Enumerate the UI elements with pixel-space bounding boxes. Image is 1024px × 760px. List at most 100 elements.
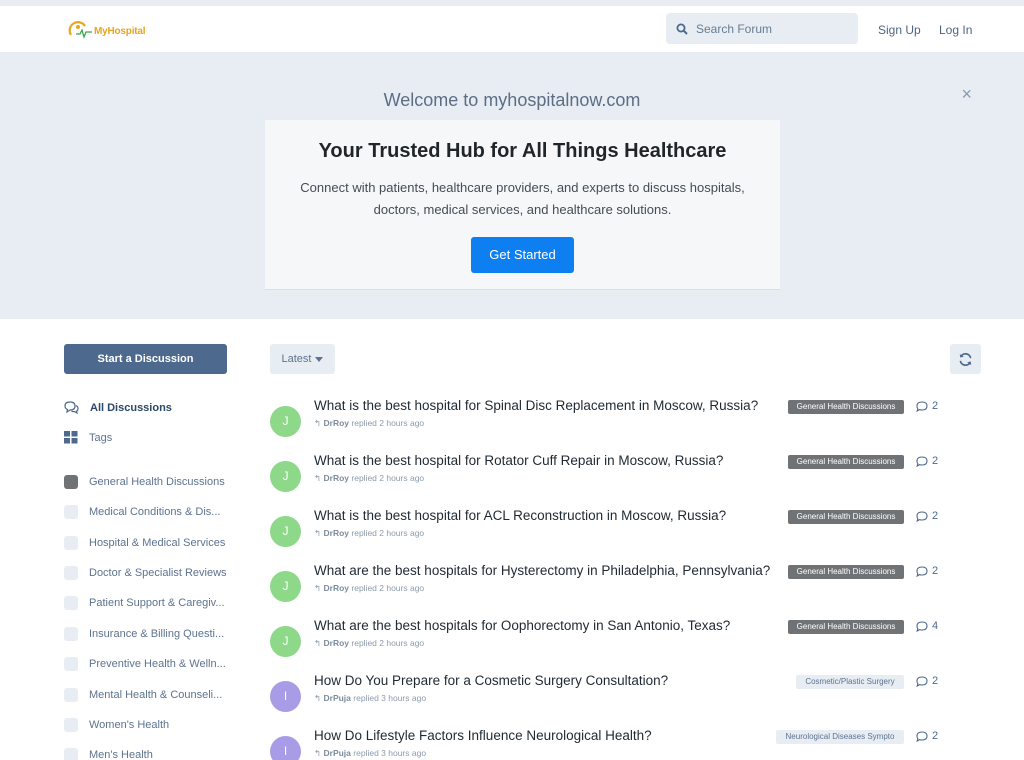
reply-arrow-icon: ↰ [314,693,322,703]
discussion-title[interactable]: What is the best hospital for Spinal Dis… [314,398,758,413]
get-started-button[interactable]: Get Started [471,237,574,273]
reply-count: 2 [916,730,938,742]
category-tag[interactable]: Neurological Diseases Sympto [776,730,904,744]
comment-icon [916,510,928,522]
category-tag[interactable]: General Health Discussions [788,455,904,469]
sidebar-item-label: Preventive Health & Welln... [89,658,226,670]
reply-time: replied 2 hours ago [351,418,425,428]
reply-count-value: 2 [932,675,939,687]
discussion-row[interactable]: I How Do Lifestyle Factors Influence Neu… [270,728,950,760]
welcome-hero: × Welcome to myhospitalnow.com Your Trus… [0,52,1024,319]
search-input[interactable] [696,21,846,36]
sidebar-category[interactable]: Doctor & Specialist Reviews [64,566,227,580]
avatar[interactable]: J [270,406,301,437]
sign-up-link[interactable]: Sign Up [878,23,921,37]
comment-icon [916,620,928,632]
reply-user[interactable]: DrPuja [324,748,351,758]
sidebar-category[interactable]: Mental Health & Counseli... [64,688,222,702]
caret-down-icon [315,356,324,362]
sort-dropdown[interactable]: Latest [270,344,335,374]
avatar[interactable]: J [270,461,301,492]
reply-count: 2 [916,510,938,522]
log-in-link[interactable]: Log In [939,23,972,37]
reply-user[interactable]: DrRoy [324,638,350,648]
sidebar-category[interactable]: General Health Discussions [64,475,225,489]
avatar[interactable]: I [270,736,301,760]
sidebar-item-label: All Discussions [90,401,172,414]
category-tag[interactable]: General Health Discussions [788,565,904,579]
category-color-swatch [64,536,78,550]
avatar[interactable]: I [270,681,301,712]
sidebar-category[interactable]: Hospital & Medical Services [64,536,225,550]
reply-time: replied 2 hours ago [351,638,425,648]
search-box[interactable] [666,13,858,44]
comment-icon [916,565,928,577]
reply-user[interactable]: DrPuja [324,693,351,703]
discussion-row[interactable]: J What are the best hospitals for Oophor… [270,618,950,668]
discussion-meta: ↰ DrRoy replied 2 hours ago [314,638,424,649]
category-color-swatch [64,475,78,489]
reply-user[interactable]: DrRoy [324,473,350,483]
category-tag[interactable]: Cosmetic/Plastic Surgery [796,675,904,689]
site-logo[interactable]: MyHospital [68,19,146,43]
sidebar-category[interactable]: Patient Support & Caregiv... [64,596,225,610]
sidebar-item-label: Hospital & Medical Services [89,537,226,549]
logo-heartbeat-icon [68,21,92,40]
category-tag[interactable]: General Health Discussions [788,400,904,414]
discussion-meta: ↰ DrPuja replied 3 hours ago [314,693,426,704]
reply-count-value: 2 [932,565,939,577]
hero-card: Your Trusted Hub for All Things Healthca… [265,120,780,290]
comment-icon [916,455,928,467]
category-tag[interactable]: General Health Discussions [788,620,904,634]
sidebar-item-all-discussions[interactable]: All Discussions [64,401,172,414]
reply-count: 2 [916,400,938,412]
discussion-row[interactable]: I How Do You Prepare for a Cosmetic Surg… [270,673,950,723]
avatar[interactable]: J [270,626,301,657]
discussion-title[interactable]: How Do You Prepare for a Cosmetic Surger… [314,673,668,688]
reply-time: replied 3 hours ago [353,693,427,703]
sidebar-category[interactable]: Insurance & Billing Questi... [64,627,224,641]
category-tag[interactable]: General Health Discussions [788,510,904,524]
discussion-meta: ↰ DrRoy replied 2 hours ago [314,473,424,484]
sidebar-item-label: Patient Support & Caregiv... [89,597,225,609]
sidebar-category[interactable]: Women's Health [64,718,169,732]
reply-count: 4 [916,620,938,632]
reply-user[interactable]: DrRoy [324,583,350,593]
reply-count-value: 4 [932,620,939,632]
sidebar-category[interactable]: Men's Health [64,748,153,760]
refresh-button[interactable] [950,344,981,374]
discussion-row[interactable]: J What is the best hospital for ACL Reco… [270,508,950,558]
discussion-row[interactable]: J What is the best hospital for Rotator … [270,453,950,503]
sidebar-item-label: Doctor & Specialist Reviews [89,567,227,579]
sidebar-item-label: Tags [89,431,113,444]
avatar[interactable]: J [270,516,301,547]
discussion-row[interactable]: J What are the best hospitals for Hyster… [270,563,950,613]
refresh-icon [959,352,972,366]
discussion-title[interactable]: What are the best hospitals for Hysterec… [314,563,770,578]
discussion-meta: ↰ DrRoy replied 2 hours ago [314,528,424,539]
sidebar-category[interactable]: Medical Conditions & Dis... [64,505,220,519]
discussion-title[interactable]: What are the best hospitals for Oophorec… [314,618,730,633]
reply-user[interactable]: DrRoy [324,528,350,538]
discussion-meta: ↰ DrRoy replied 2 hours ago [314,583,424,594]
discussion-title[interactable]: What is the best hospital for ACL Recons… [314,508,726,523]
sidebar-category[interactable]: Preventive Health & Welln... [64,657,226,671]
reply-user[interactable]: DrRoy [324,418,350,428]
discussions-icon [64,401,79,414]
reply-count-value: 2 [932,510,939,522]
sidebar-item-label: Medical Conditions & Dis... [89,506,221,518]
avatar[interactable]: J [270,571,301,602]
logo-text: MyHospital [94,25,146,37]
site-header: MyHospital Sign Up Log In [0,6,1024,52]
discussion-title[interactable]: How Do Lifestyle Factors Influence Neuro… [314,728,652,743]
start-discussion-button[interactable]: Start a Discussion [64,344,227,374]
comment-icon [916,675,928,687]
reply-count: 2 [916,455,938,467]
discussion-row[interactable]: J What is the best hospital for Spinal D… [270,398,950,448]
discussion-title[interactable]: What is the best hospital for Rotator Cu… [314,453,723,468]
tags-grid-icon [64,431,78,444]
discussion-meta: ↰ DrRoy replied 2 hours ago [314,418,424,429]
reply-count-value: 2 [932,455,939,467]
comment-icon [916,400,928,412]
sidebar-item-tags[interactable]: Tags [64,431,112,444]
